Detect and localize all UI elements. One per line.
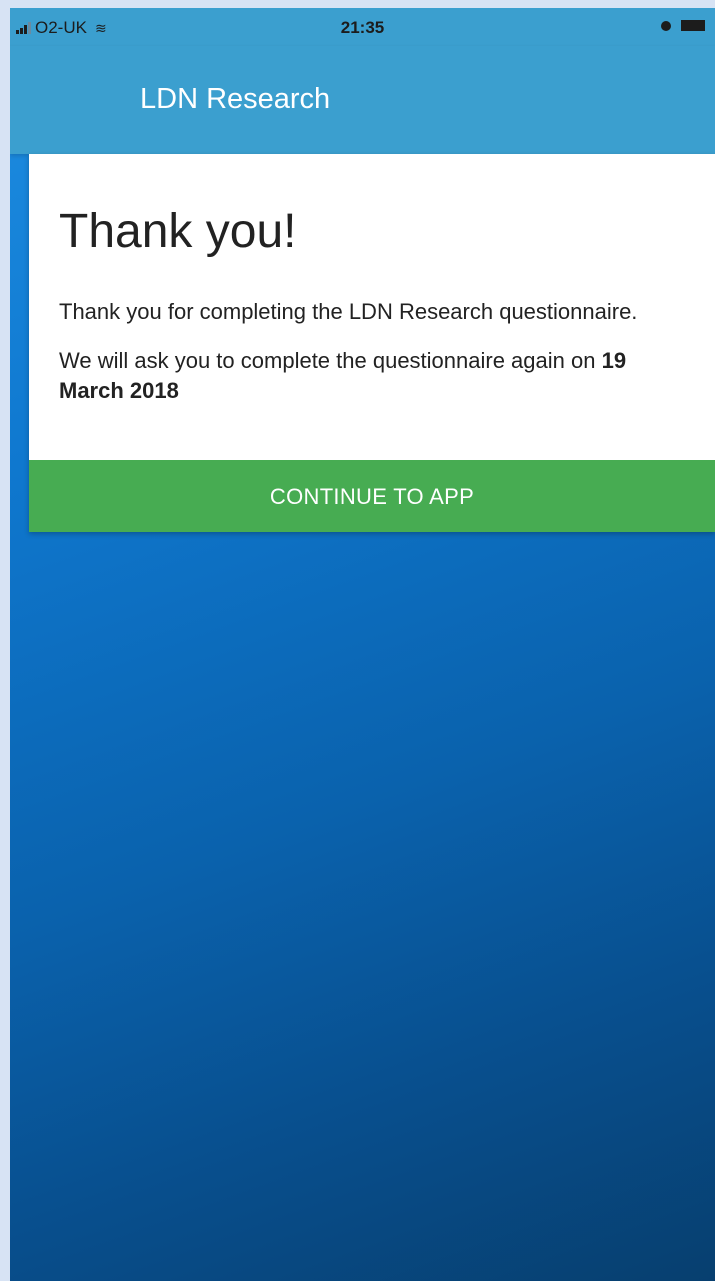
page-title: LDN Research — [140, 83, 331, 115]
next-questionnaire-message: We will ask you to complete the question… — [59, 346, 685, 405]
card-heading: Thank you! — [59, 205, 297, 258]
thank-you-card: Thank you! Thank you for completing the … — [29, 154, 715, 532]
alarm-icon — [661, 20, 671, 31]
status-right — [661, 20, 705, 31]
card-body: Thank you! Thank you for completing the … — [29, 154, 715, 460]
status-bar: O2-UK ≋ 21:35 — [10, 8, 715, 46]
next-questionnaire-prefix: We will ask you to complete the question… — [59, 348, 596, 374]
continue-to-app-button[interactable]: CONTINUE TO APP — [29, 460, 715, 532]
phone-screen: O2-UK ≋ 21:35 LDN Research Thank you! Th… — [10, 8, 715, 1281]
battery-icon — [681, 20, 705, 31]
completion-message: Thank you for completing the LDN Researc… — [59, 298, 638, 324]
status-time: 21:35 — [340, 18, 385, 37]
app-header: LDN Research — [10, 46, 715, 154]
